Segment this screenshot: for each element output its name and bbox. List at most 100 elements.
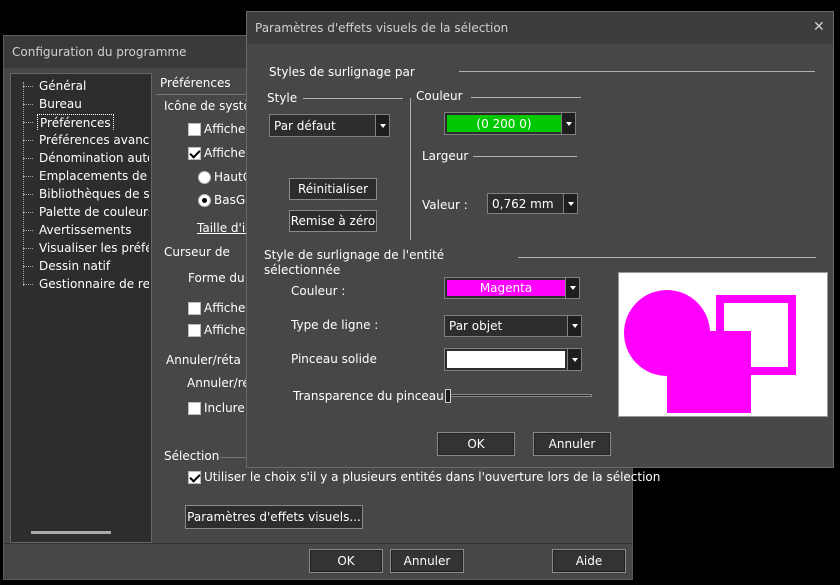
value-combo-value: 0,762 mm <box>492 196 554 211</box>
tree-item[interactable]: Dessin natif <box>23 258 149 275</box>
panel-heading: Préférences <box>160 76 231 90</box>
style-combo-value: Par défaut <box>274 118 336 133</box>
zero-button[interactable]: Remise à zéro <box>289 210 377 232</box>
afficher-label-3: Afficher <box>204 301 251 315</box>
afficher-checkbox-4[interactable] <box>188 324 201 337</box>
tree-item[interactable]: Avertissements <box>23 222 149 239</box>
tree-item-label: Bibliothèques de sym <box>39 187 149 201</box>
width-group-line <box>473 156 577 157</box>
line-type-combo[interactable]: Par objet <box>444 315 582 337</box>
tree-item[interactable]: Bibliothèques de sym <box>23 186 149 203</box>
tree-connector <box>23 176 33 177</box>
panel-divider <box>156 94 246 95</box>
transparency-thumb[interactable] <box>445 389 451 403</box>
entity-color-combo[interactable]: Magenta <box>444 277 580 299</box>
config-ok-button[interactable]: OK <box>309 549 383 573</box>
bottom-divider <box>4 543 632 544</box>
tree-panel: Général Bureau Préférences Préférences avan… <box>10 73 152 543</box>
chevron-down-icon <box>567 316 581 336</box>
brush-label: Pinceau solide <box>291 352 377 366</box>
selection-checkbox[interactable] <box>188 471 201 484</box>
preview-square-filled <box>667 331 751 413</box>
width-label: Largeur <box>422 149 469 163</box>
dialog-titlebar[interactable]: Paramètres d'effets visuels de la sélect… <box>247 12 833 44</box>
afficher-checkbox-3[interactable] <box>188 302 201 315</box>
tree-item-label: Dessin natif <box>39 259 111 273</box>
tree-item[interactable]: Gestionnaire de rend <box>23 276 149 293</box>
tree-item[interactable]: Emplacements de fic <box>23 168 149 185</box>
tree-item-label: Préférences <box>37 114 114 131</box>
color-value: (0 200 0) <box>476 116 532 131</box>
reset-button[interactable]: Réinitialiser <box>289 178 377 200</box>
dialog-title: Paramètres d'effets visuels de la sélect… <box>255 21 509 35</box>
cursor-shape-label: Forme du c <box>188 271 256 285</box>
tree-item[interactable]: Général <box>23 78 149 95</box>
entity-color-swatch: Magenta <box>447 280 565 296</box>
tree-connector <box>23 248 33 249</box>
tree-connector <box>23 86 33 87</box>
dialog-ok-button[interactable]: OK <box>437 432 515 456</box>
radio-bottom-left[interactable] <box>198 194 211 207</box>
afficher-checkbox-2[interactable] <box>188 147 201 160</box>
inclure-checkbox[interactable] <box>188 402 201 415</box>
tree-item[interactable]: Préférences <box>23 114 149 131</box>
color-label: Couleur <box>416 89 463 103</box>
style-label: Style <box>267 91 298 105</box>
tree-item-label: Général <box>39 79 87 93</box>
undo-group-label: Annuler/réta <box>166 353 241 367</box>
tree-scrollbar[interactable] <box>31 531 111 534</box>
radio-top-left[interactable] <box>198 171 211 184</box>
entity-group-label-2: sélectionnée <box>264 263 341 277</box>
cursor-group-label: Curseur de <box>164 245 230 259</box>
color-group-line <box>471 97 581 98</box>
close-icon[interactable]: ✕ <box>813 19 825 35</box>
undo-sub-label: Annuler/rét <box>187 376 255 390</box>
tree-item[interactable]: Bureau <box>23 96 149 113</box>
afficher-label-1: Afficher <box>204 122 251 136</box>
entity-color-value: Magenta <box>479 281 533 295</box>
chevron-down-icon <box>563 194 577 213</box>
config-help-button[interactable]: Aide <box>552 549 626 573</box>
visual-effects-button[interactable]: Paramètres d'effets visuels... <box>185 505 363 529</box>
transparency-track <box>445 394 592 397</box>
tree-item-label: Dénomination autom <box>39 151 149 165</box>
tree-item-label: Emplacements de fic <box>39 169 149 183</box>
highlight-preview <box>618 272 828 417</box>
style-group-divider <box>410 98 411 240</box>
selection-checkbox-label: Utiliser le choix s'il y a plusieurs ent… <box>204 470 661 484</box>
config-cancel-button[interactable]: Annuler <box>390 549 464 573</box>
line-type-label: Type de ligne : <box>291 318 379 332</box>
selection-group-label: Sélection <box>164 449 220 463</box>
tree-item-label: Visualiser les préférer <box>39 241 149 255</box>
entity-color-label: Couleur : <box>291 284 346 298</box>
config-title: Configuration du programme <box>12 45 187 59</box>
value-combo[interactable]: 0,762 mm <box>487 193 578 214</box>
visual-effects-dialog: Paramètres d'effets visuels de la sélect… <box>246 11 834 468</box>
brush-swatch <box>447 351 565 368</box>
brush-combo[interactable] <box>444 348 582 371</box>
tree-connector <box>23 158 33 159</box>
color-combo[interactable]: (0 200 0) <box>444 112 576 135</box>
inclure-label: Inclure l <box>204 401 252 415</box>
style-group-line <box>303 98 403 99</box>
tree-connector <box>23 284 33 285</box>
tree-item-label: Gestionnaire de rend <box>39 277 149 291</box>
tree-item[interactable]: Dénomination autom <box>23 150 149 167</box>
highlight-group-label: Styles de surlignage par <box>269 65 415 79</box>
tree-item[interactable]: Préférences avancées <box>23 132 149 149</box>
tree-item-label: Palette de couleurs <box>39 205 149 219</box>
dialog-cancel-button[interactable]: Annuler <box>533 432 611 456</box>
afficher-checkbox-1[interactable] <box>188 123 201 136</box>
value-label: Valeur : <box>422 198 468 212</box>
tree-item-label: Préférences avancées <box>39 133 149 147</box>
tree-connector <box>23 212 33 213</box>
afficher-label-4: Afficher <box>204 323 251 337</box>
preview-shapes <box>624 290 796 413</box>
style-combo[interactable]: Par défaut <box>269 114 390 137</box>
transparency-slider[interactable] <box>445 389 592 403</box>
tree-item-label: Bureau <box>39 97 82 111</box>
color-swatch: (0 200 0) <box>447 115 561 132</box>
chevron-down-icon <box>561 113 575 134</box>
tree-item[interactable]: Palette de couleurs <box>23 204 149 221</box>
tree-item[interactable]: Visualiser les préférer <box>23 240 149 257</box>
